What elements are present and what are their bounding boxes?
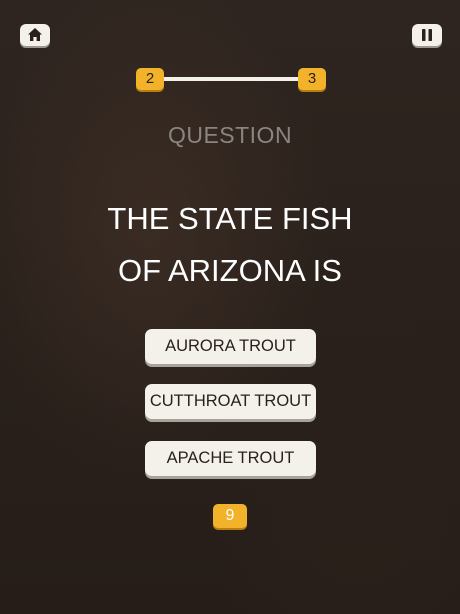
next-level-badge: 3: [298, 68, 326, 90]
pause-button[interactable]: [412, 24, 442, 46]
level-progress: 2 3: [136, 68, 326, 90]
answer-button-apache-trout[interactable]: APACHE TROUT: [145, 441, 316, 476]
answer-button-cutthroat-trout[interactable]: CUTTHROAT TROUT: [145, 384, 316, 419]
pause-icon: [422, 26, 432, 45]
current-level-badge: 2: [136, 68, 164, 90]
question-text: THE STATE FISH OF ARIZONA IS: [0, 193, 460, 297]
question-line-2: OF ARIZONA IS: [118, 253, 342, 288]
question-line-1: THE STATE FISH: [107, 201, 353, 236]
home-icon: [28, 26, 42, 45]
question-label: QUESTION: [167, 122, 293, 148]
home-button[interactable]: [20, 24, 50, 46]
timer-badge: 9: [213, 504, 247, 528]
answer-button-aurora-trout[interactable]: AURORA TROUT: [145, 329, 316, 364]
progress-track: [156, 77, 306, 81]
